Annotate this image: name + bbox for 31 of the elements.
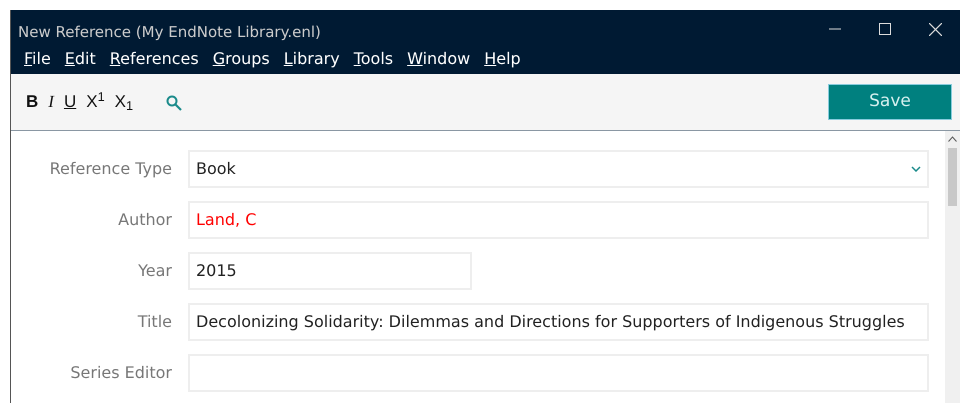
menu-item[interactable]: Tools (346, 48, 400, 71)
menu-item[interactable]: Library (276, 48, 347, 71)
menu-item[interactable]: References (102, 48, 206, 71)
format-button[interactable]: X$^{1}$ (81, 87, 110, 117)
scrollbar[interactable] (945, 130, 960, 403)
search-icon (166, 94, 182, 111)
italic-button[interactable]: I (43, 87, 59, 117)
input-field[interactable]: Land, C (188, 200, 929, 239)
window-title: New Reference (My EndNote Library.enl) (17, 22, 322, 43)
field-label: Reference Type (48, 158, 173, 180)
scrollbar-thumb[interactable] (948, 148, 957, 206)
field-label: Title (136, 310, 173, 333)
menu-item[interactable]: Groups (206, 48, 277, 71)
bold-button[interactable]: B (21, 87, 44, 117)
menu-item[interactable]: Window (400, 48, 478, 71)
field-label: Series Editor (69, 362, 173, 384)
scroll-up-icon[interactable] (948, 136, 957, 142)
close-icon (928, 22, 942, 36)
field-label: Year (137, 260, 173, 282)
underline-button[interactable]: U (58, 87, 82, 117)
dropdown-field[interactable]: Book (188, 150, 929, 188)
menu-item[interactable]: Edit (58, 48, 103, 71)
input-field[interactable]: 2015 (188, 252, 472, 290)
field-label: Author (117, 208, 173, 231)
menu-item[interactable]: Help (477, 48, 528, 71)
save-button[interactable]: Save (828, 84, 952, 120)
input-field[interactable]: Decolonizing Solidarity: Dilemmas and Directions for Supporters of Indigenous Struggles (188, 302, 929, 341)
format-button[interactable]: X$_{1}$ (110, 87, 138, 117)
menu-item[interactable]: File (17, 48, 58, 71)
maximize-icon (879, 23, 891, 35)
chevron-down-icon (911, 166, 921, 172)
